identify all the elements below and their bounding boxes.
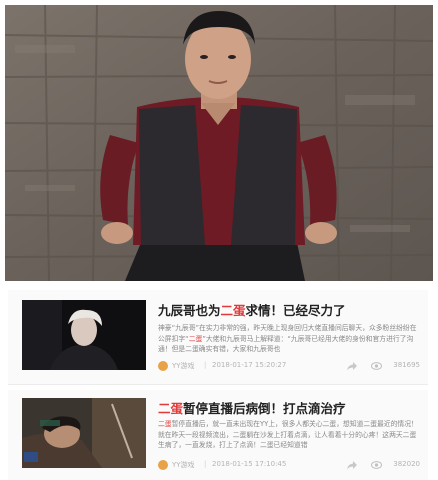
meta-separator: |	[204, 361, 207, 369]
article-excerpt: 二蛋暂停直播后，就一直未出现在YY上，很多人都关心二蛋，想知道二蛋最近的情况！就…	[158, 420, 418, 449]
share-icon[interactable]	[346, 360, 358, 372]
publish-date: 2018-01-17 15:20:27	[212, 361, 287, 369]
eye-icon	[371, 461, 382, 469]
author-name[interactable]: YY游戏	[172, 361, 195, 371]
article-thumbnail[interactable]	[22, 398, 146, 468]
view-count: 382020	[393, 460, 420, 468]
article-title[interactable]: 九辰哥也为二蛋求情！已经尽力了	[158, 300, 346, 319]
person-photo-icon	[22, 398, 146, 468]
person-photo-icon	[22, 300, 146, 370]
article-meta: YY游戏 | 2018-01-15 17:10:45 382020	[158, 459, 420, 471]
article-card[interactable]: 二蛋暂停直播后病倒！打点滴治疗 二蛋暂停直播后，就一直未出现在YY上，很多人都关…	[8, 390, 428, 480]
article-meta: YY游戏 | 2018-01-17 15:20:27 381695	[158, 360, 420, 372]
eye-icon	[371, 362, 382, 370]
author-name[interactable]: YY游戏	[172, 460, 195, 470]
publish-date: 2018-01-15 17:10:45	[212, 460, 287, 468]
meta-separator: |	[204, 460, 207, 468]
author-avatar-icon[interactable]	[158, 361, 168, 371]
view-count: 381695	[393, 361, 420, 369]
article-thumbnail[interactable]	[22, 300, 146, 370]
hero-photo	[5, 5, 433, 281]
article-excerpt: 神豪“九辰哥”在实力非常的强，昨天晚上现身回归大佬直播间后聊天，众多粉丝纷纷在公…	[158, 324, 417, 353]
hero-image[interactable]	[5, 5, 433, 281]
author-avatar-icon[interactable]	[158, 460, 168, 470]
article-card[interactable]: 九辰哥也为二蛋求情！已经尽力了 神豪“九辰哥”在实力非常的强，昨天晚上现身回归大…	[8, 290, 428, 385]
article-title[interactable]: 二蛋暂停直播后病倒！打点滴治疗	[158, 398, 346, 417]
share-icon[interactable]	[346, 459, 358, 471]
